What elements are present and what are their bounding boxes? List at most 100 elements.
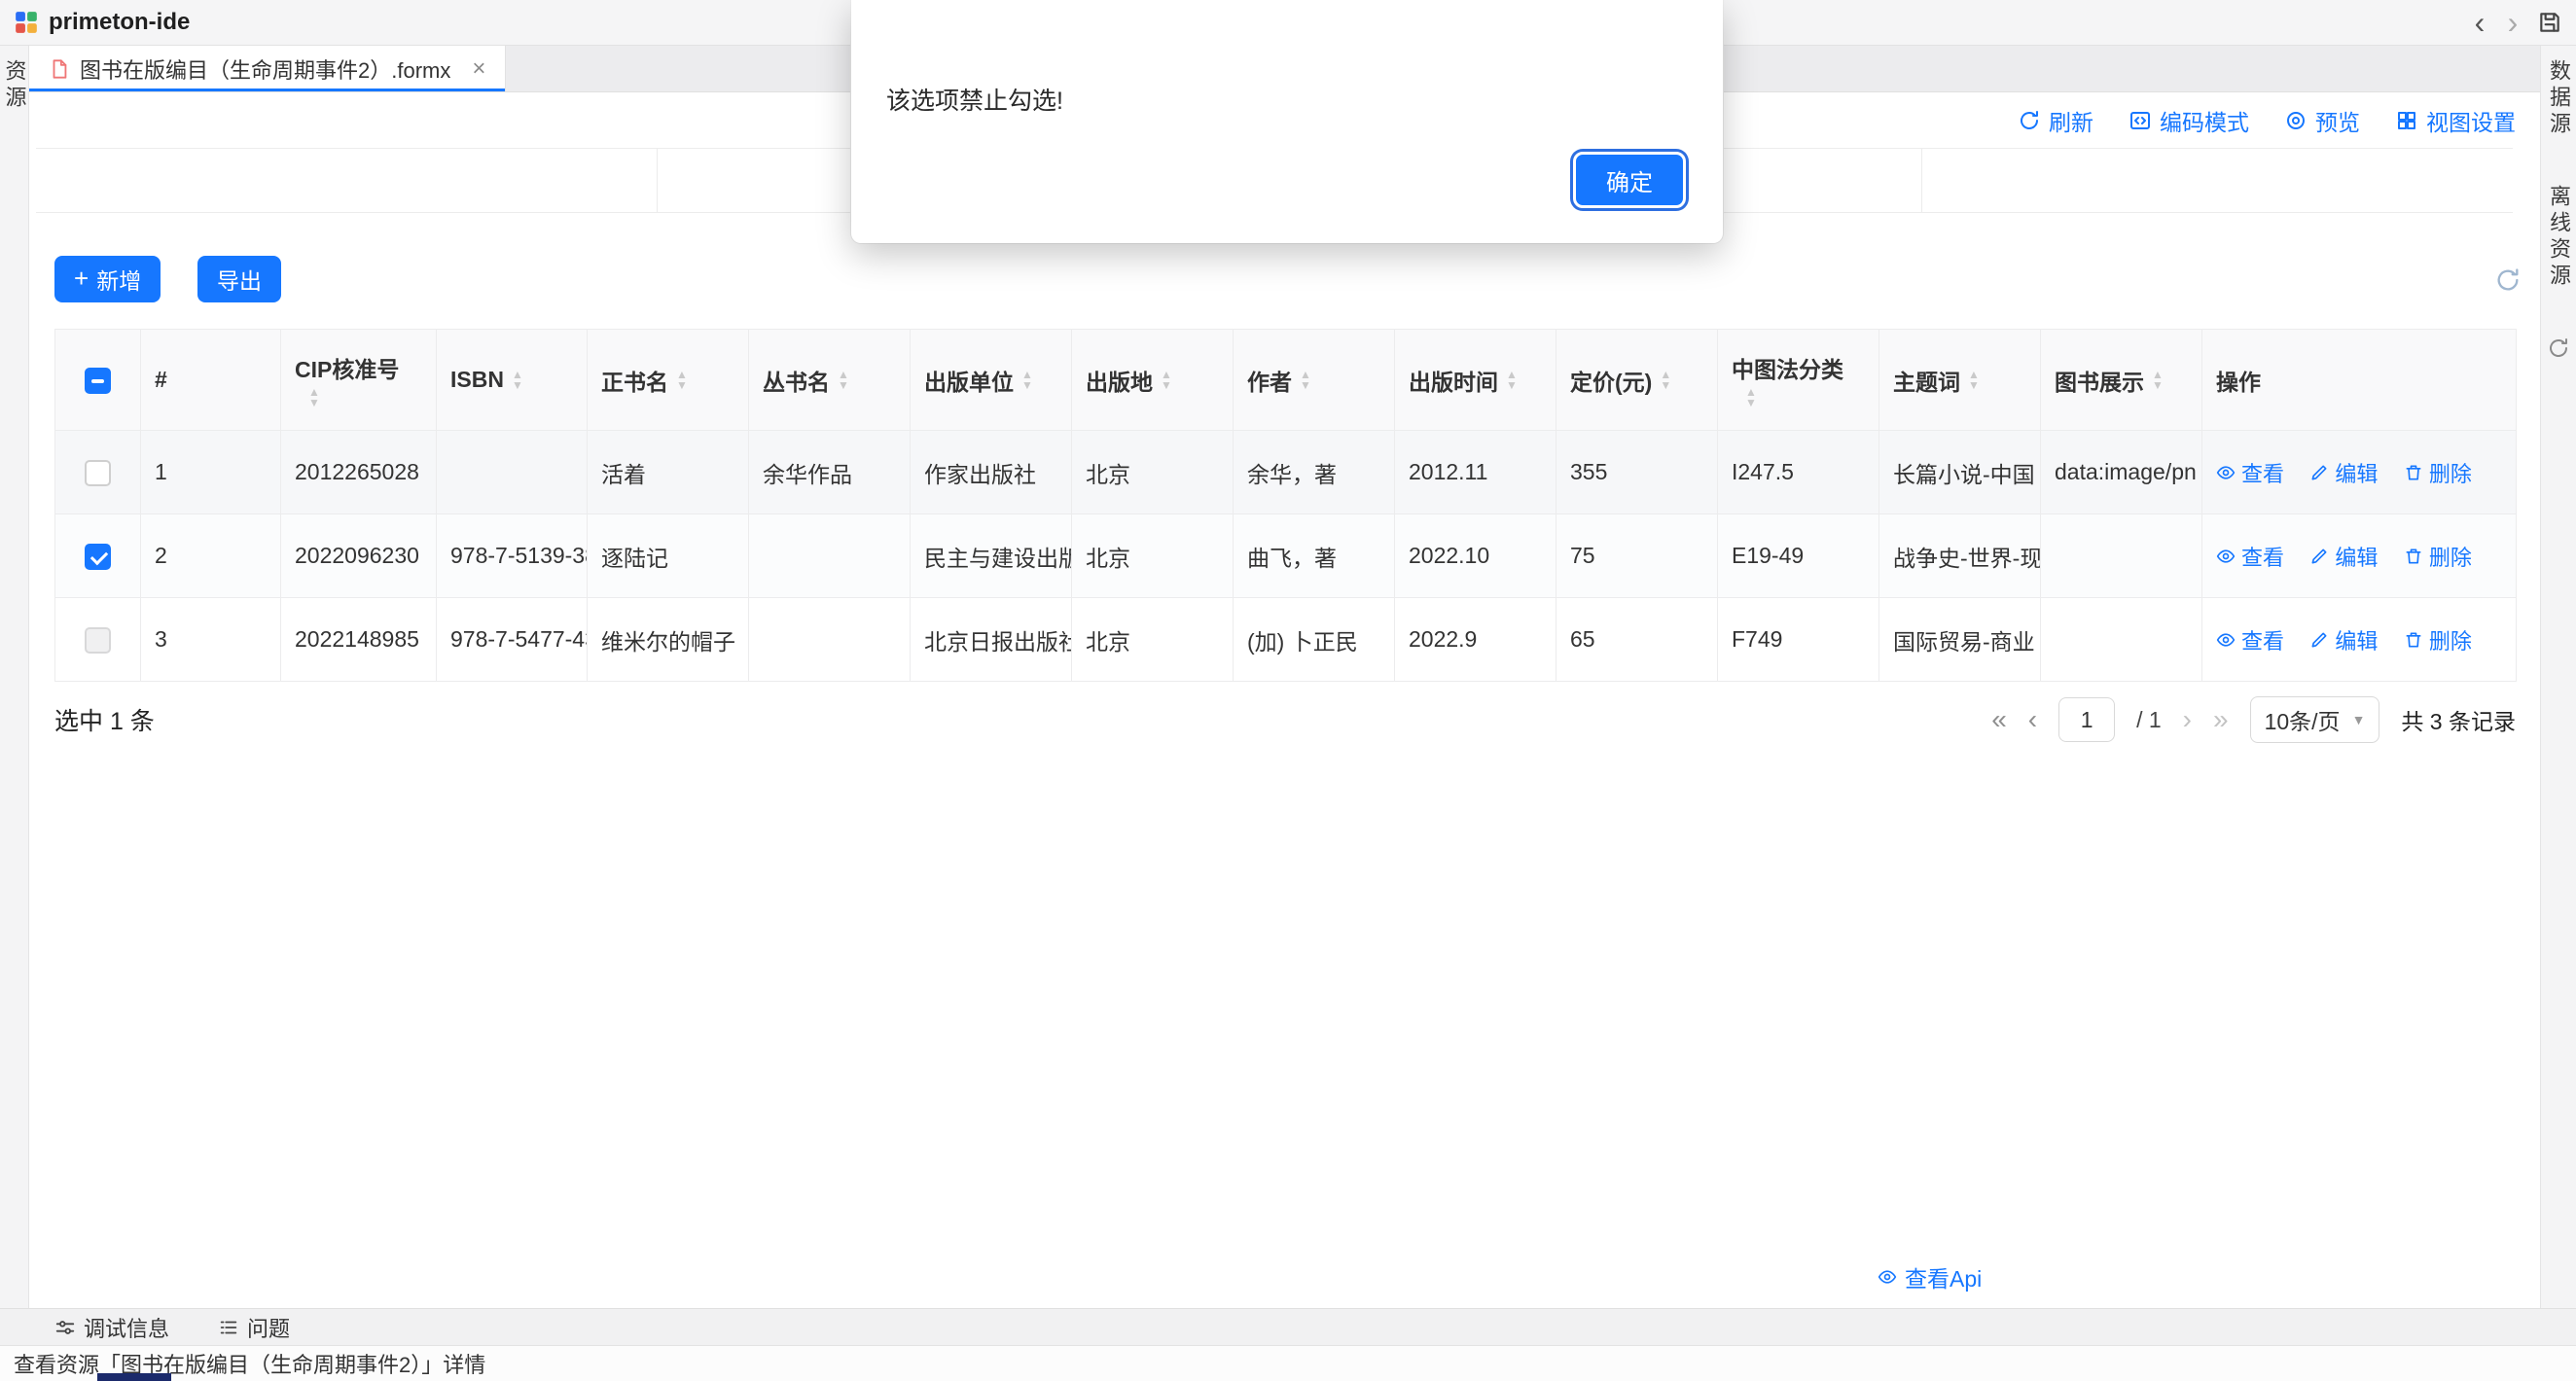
taskbar-fragment — [97, 1373, 171, 1381]
delete-link[interactable]: 删除 — [2404, 457, 2472, 488]
pencil-icon — [2309, 630, 2329, 650]
cell-author: 余华，著 — [1234, 431, 1395, 514]
cell-index: 3 — [141, 598, 281, 682]
cell-place: 北京 — [1072, 598, 1234, 682]
sort-icon — [1506, 370, 1518, 391]
sort-icon — [676, 370, 688, 391]
sort-icon — [1660, 370, 1671, 391]
tab-form-editor[interactable]: 图书在版编目（生命周期事件2）.formx — [29, 46, 506, 91]
delete-link[interactable]: 删除 — [2404, 541, 2472, 572]
view-link[interactable]: 查看 — [2216, 457, 2284, 488]
books-table: # CIP核准号 ISBN 正书名 丛书名 出版单位 出版地 作者 出版时间 定… — [54, 329, 2517, 682]
select-all-checkbox[interactable] — [85, 368, 111, 394]
sort-icon — [1300, 370, 1311, 391]
view-settings-button[interactable]: 视图设置 — [2395, 104, 2516, 137]
cell-image — [2041, 514, 2202, 598]
cell-image: data:image/pn — [2041, 431, 2202, 514]
col-header-place[interactable]: 出版地 — [1072, 330, 1234, 431]
dialog-ok-button[interactable]: 确定 — [1573, 152, 1686, 208]
tab-close-icon[interactable] — [472, 57, 485, 81]
rail-offline-resources[interactable]: 离线资源 — [2543, 185, 2574, 290]
col-header-isbn[interactable]: ISBN — [437, 330, 588, 431]
delete-link[interactable]: 删除 — [2404, 624, 2472, 655]
code-mode-button[interactable]: 编码模式 — [2129, 104, 2249, 137]
eye-icon — [2216, 463, 2236, 482]
problems-button[interactable]: 问题 — [218, 1312, 290, 1343]
sort-icon — [1968, 370, 1980, 391]
offline-refresh-icon[interactable] — [2547, 336, 2570, 360]
pencil-icon — [2309, 547, 2329, 566]
cell-cip: 2022148985 — [281, 598, 437, 682]
table-refresh-icon[interactable] — [2494, 266, 2522, 294]
cell-isbn: 978-7-5139-38 — [437, 514, 588, 598]
cell-title: 活着 — [588, 431, 749, 514]
prev-page-icon[interactable] — [2028, 706, 2037, 733]
col-header-cip[interactable]: CIP核准号 — [281, 330, 437, 431]
table-row: 3 2022148985 978-7-5477-43 维米尔的帽子 北京日报出版… — [55, 598, 2517, 682]
debug-icon — [54, 1317, 76, 1338]
col-header-title[interactable]: 正书名 — [588, 330, 749, 431]
sort-icon — [2152, 370, 2164, 391]
export-button[interactable]: 导出 — [197, 256, 281, 302]
alert-dialog: 该选项禁止勾选! 确定 — [851, 0, 1723, 243]
view-api-link[interactable]: 查看Api — [1878, 1260, 1982, 1293]
row-checkbox[interactable] — [85, 544, 111, 570]
sort-icon — [1021, 370, 1033, 391]
cell-pubdate: 2022.9 — [1395, 598, 1556, 682]
col-header-pubdate[interactable]: 出版时间 — [1395, 330, 1556, 431]
view-link[interactable]: 查看 — [2216, 541, 2284, 572]
cell-image — [2041, 598, 2202, 682]
cell-index: 2 — [141, 514, 281, 598]
table-row: 1 2012265028 活着 余华作品 作家出版社 北京 余华，著 2012.… — [55, 431, 2517, 514]
col-header-price[interactable]: 定价(元) — [1556, 330, 1718, 431]
problems-label: 问题 — [247, 1312, 290, 1343]
col-header-index: # — [141, 330, 281, 431]
row-checkbox-disabled[interactable] — [85, 627, 111, 654]
save-icon[interactable] — [2537, 10, 2562, 35]
cell-clc: E19-49 — [1718, 514, 1879, 598]
sort-icon — [308, 387, 320, 408]
row-checkbox[interactable] — [85, 460, 111, 486]
cell-pubdate: 2012.11 — [1395, 431, 1556, 514]
col-header-series[interactable]: 丛书名 — [749, 330, 911, 431]
code-mode-label: 编码模式 — [2160, 104, 2249, 137]
next-page-icon[interactable] — [2183, 706, 2192, 733]
rail-resources[interactable]: 资源 — [0, 59, 30, 1308]
preview-button[interactable]: 预览 — [2284, 104, 2360, 137]
page-size-select[interactable]: 10条/页 — [2250, 696, 2380, 743]
table-header-row: # CIP核准号 ISBN 正书名 丛书名 出版单位 出版地 作者 出版时间 定… — [55, 330, 2517, 431]
list-icon — [218, 1317, 239, 1338]
cell-publisher: 北京日报出版社 — [911, 598, 1072, 682]
nav-back-icon[interactable] — [2463, 3, 2496, 42]
tab-label: 图书在版编目（生命周期事件2）.formx — [80, 53, 450, 85]
nav-forward-icon[interactable] — [2496, 3, 2529, 42]
last-page-icon[interactable] — [2213, 706, 2229, 733]
page-input[interactable] — [2058, 697, 2115, 742]
first-page-icon[interactable] — [1991, 706, 2007, 733]
cell-publisher: 民主与建设出版 — [911, 514, 1072, 598]
rail-data-source[interactable]: 数据源 — [2543, 59, 2574, 138]
cell-title: 逐陆记 — [588, 514, 749, 598]
left-rail: 资源 — [0, 46, 29, 1308]
cell-clc: F749 — [1718, 598, 1879, 682]
selected-count: 选中 1 条 — [54, 694, 155, 745]
col-header-subject[interactable]: 主题词 — [1879, 330, 2041, 431]
cell-clc: I247.5 — [1718, 431, 1879, 514]
cell-subject: 国际贸易-商业 — [1879, 598, 2041, 682]
edit-link[interactable]: 编辑 — [2309, 541, 2378, 572]
debug-info-button[interactable]: 调试信息 — [54, 1312, 169, 1343]
preview-label: 预览 — [2315, 104, 2360, 137]
pagination: / 1 10条/页 共 3 条记录 — [1991, 694, 2516, 745]
add-button[interactable]: 新增 — [54, 256, 161, 302]
edit-link[interactable]: 编辑 — [2309, 457, 2378, 488]
view-link[interactable]: 查看 — [2216, 624, 2284, 655]
col-header-publisher[interactable]: 出版单位 — [911, 330, 1072, 431]
edit-link[interactable]: 编辑 — [2309, 624, 2378, 655]
cell-subject: 长篇小说-中国 — [1879, 431, 2041, 514]
col-header-clc[interactable]: 中图法分类 — [1718, 330, 1879, 431]
cell-publisher: 作家出版社 — [911, 431, 1072, 514]
col-header-image[interactable]: 图书展示 — [2041, 330, 2202, 431]
refresh-button[interactable]: 刷新 — [2018, 104, 2093, 137]
col-header-author[interactable]: 作者 — [1234, 330, 1395, 431]
cell-series — [749, 598, 911, 682]
